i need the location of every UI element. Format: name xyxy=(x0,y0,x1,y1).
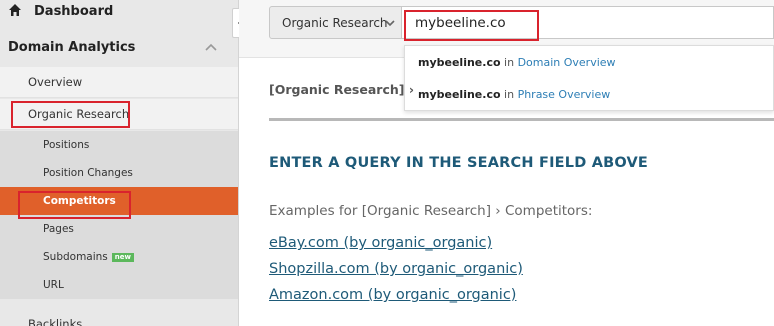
sidebar-subitem-label: Position Changes xyxy=(43,167,133,179)
suggestion-connector: in xyxy=(504,88,515,101)
autocomplete-dropdown: mybeeline.co in Domain Overview mybeelin… xyxy=(404,45,774,111)
database-select-label: Organic Research xyxy=(282,16,388,30)
sidebar-section-domain-analytics[interactable]: Domain Analytics xyxy=(0,32,238,64)
example-link-ebay[interactable]: eBay.com (by organic_organic) xyxy=(269,235,492,251)
sidebar-item-dashboard[interactable]: Dashboard xyxy=(0,0,238,24)
chevron-up-icon xyxy=(205,43,217,51)
search-input[interactable] xyxy=(402,6,774,39)
chevron-down-icon xyxy=(385,20,395,27)
home-icon xyxy=(9,4,21,16)
sidebar-subitem-url[interactable]: URL xyxy=(0,271,238,299)
sidebar-item-label: Organic Research xyxy=(28,107,130,121)
sidebar-subitem-subdomains[interactable]: Subdomains new xyxy=(0,243,238,271)
sidebar-subitem-label: Pages xyxy=(43,223,74,235)
suggestion-query: mybeeline.co xyxy=(418,88,501,101)
suggestion-phrase-overview[interactable]: mybeeline.co in Phrase Overview xyxy=(418,88,610,101)
database-select[interactable]: Organic Research xyxy=(269,6,402,39)
sidebar-subitem-label-wrap: Subdomains new xyxy=(43,251,134,263)
sidebar-item-overview[interactable]: Overview xyxy=(0,67,238,98)
sidebar-item-organic-research[interactable]: Organic Research xyxy=(0,99,238,130)
example-link-shopzilla[interactable]: Shopzilla.com (by organic_organic) xyxy=(269,261,523,277)
breadcrumb: [Organic Research] › xyxy=(269,82,414,97)
suggestion-target: Domain Overview xyxy=(517,56,616,69)
examples-label: Examples for [Organic Research] › Compet… xyxy=(269,203,593,219)
sidebar-subitem-positions[interactable]: Positions xyxy=(0,131,238,159)
example-link-amazon[interactable]: Amazon.com (by organic_organic) xyxy=(269,287,516,303)
suggestion-connector: in xyxy=(504,56,515,69)
sidebar-subitem-competitors[interactable]: Competitors xyxy=(0,187,238,215)
new-badge: new xyxy=(111,253,134,262)
sidebar-subitem-pages[interactable]: Pages xyxy=(0,215,238,243)
sidebar-item-label: Dashboard xyxy=(34,4,114,19)
sidebar-subitem-label: Positions xyxy=(43,139,90,151)
page-heading: ENTER A QUERY IN THE SEARCH FIELD ABOVE xyxy=(269,155,649,171)
sidebar-subitem-label: Competitors xyxy=(43,195,116,207)
sidebar-subitem-label: Subdomains xyxy=(43,251,108,263)
sidebar: Dashboard Domain Analytics Overview Orga… xyxy=(0,0,239,326)
suggestion-target: Phrase Overview xyxy=(517,88,611,101)
sidebar-item-label: Overview xyxy=(28,75,83,89)
sidebar-subitem-position-changes[interactable]: Position Changes xyxy=(0,159,238,187)
divider xyxy=(269,118,774,121)
sidebar-item-backlinks[interactable]: Backlinks xyxy=(0,312,238,326)
sidebar-subitem-label: URL xyxy=(43,279,64,291)
suggestion-domain-overview[interactable]: mybeeline.co in Domain Overview xyxy=(418,56,616,69)
section-label: Domain Analytics xyxy=(8,40,136,55)
suggestion-query: mybeeline.co xyxy=(418,56,501,69)
sidebar-item-label: Backlinks xyxy=(28,317,83,326)
